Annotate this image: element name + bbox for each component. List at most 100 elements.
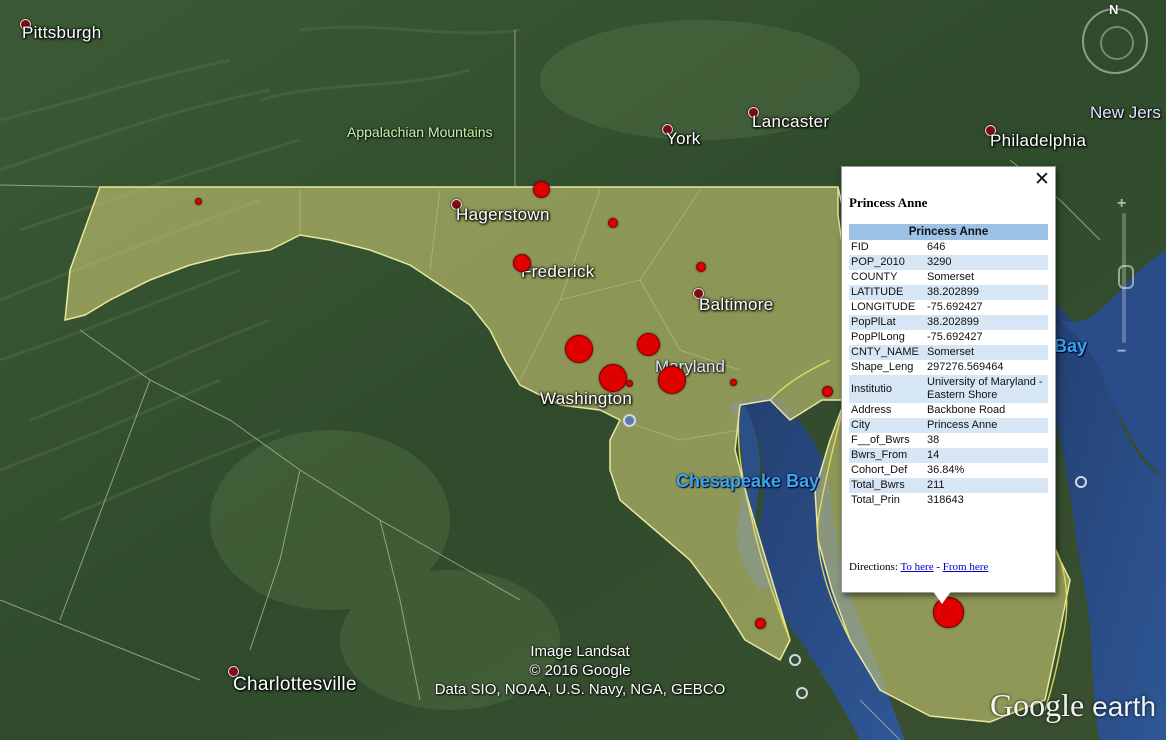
- table-row: CNTY_NAME Somerset: [849, 345, 1048, 360]
- imagery-credits: Image Landsat © 2016 Google Data SIO, NO…: [390, 642, 770, 699]
- data-marker[interactable]: [696, 262, 706, 272]
- google-earth-logo: Google earth: [990, 687, 1156, 724]
- attribute-table-body: FID 646 POP_2010 3290 COUNTY Somerset LATITUDE…: [849, 240, 1048, 508]
- info-balloon: ✕ Princess Anne Princess Anne FID 646 POP_…: [841, 166, 1056, 593]
- city-label-pittsburgh: Pittsburgh: [22, 23, 102, 42]
- directions-label: Directions:: [849, 561, 898, 573]
- attribute-key: PopPlLat: [849, 315, 925, 330]
- attribute-value: University of Maryland - Eastern Shore: [925, 375, 1048, 403]
- attribute-value: Somerset: [927, 271, 975, 283]
- attribute-key: F__of_Bwrs: [851, 434, 910, 446]
- directions-separator: -: [936, 561, 941, 573]
- attribute-value: 36.84%: [927, 464, 965, 476]
- data-marker[interactable]: [533, 181, 550, 198]
- attribute-value: Backbone Road: [927, 404, 1006, 416]
- state-label-new-jersey: New Jers: [1090, 103, 1161, 122]
- table-row: Shape_Leng 297276.569464: [849, 360, 1048, 375]
- balloon-pointer: [932, 590, 952, 604]
- city-label-hagerstown: Hagerstown: [456, 205, 550, 224]
- table-row: LONGITUDE -75.692427: [849, 300, 1048, 315]
- city-label-philadelphia: Philadelphia: [990, 131, 1087, 150]
- directions-to-here-link[interactable]: To here: [900, 561, 933, 573]
- city-label-charlottesville: Charlottesville: [233, 674, 357, 695]
- attribute-value: 38: [927, 434, 940, 446]
- table-row: Total_Prin 318643: [849, 493, 1048, 508]
- table-row: Address Backbone Road: [849, 403, 1048, 418]
- data-marker[interactable]: [730, 379, 737, 386]
- table-row: F__of_Bwrs 38: [849, 433, 1048, 448]
- attribute-value: Princess Anne: [925, 418, 1048, 433]
- close-icon[interactable]: ✕: [1034, 170, 1050, 189]
- data-marker[interactable]: [822, 386, 833, 397]
- data-marker[interactable]: [637, 333, 660, 356]
- data-marker[interactable]: [658, 366, 686, 394]
- table-row: FID 646: [849, 240, 1048, 255]
- data-marker[interactable]: [565, 335, 593, 363]
- attribute-key: LONGITUDE: [851, 301, 916, 313]
- data-marker[interactable]: [755, 618, 766, 629]
- table-row: COUNTY Somerset: [849, 270, 1048, 285]
- data-marker[interactable]: [599, 364, 627, 392]
- region-label-appalachian: Appalachian Mountains: [347, 124, 493, 140]
- attribute-value: 297276.569464: [927, 361, 1004, 373]
- attribute-value: 211: [925, 478, 1048, 493]
- attribute-value: 3290: [925, 255, 1048, 270]
- zoom-in-icon[interactable]: +: [1117, 195, 1126, 213]
- attribute-value: 38.202899: [925, 285, 1048, 300]
- data-marker[interactable]: [608, 218, 618, 228]
- attribute-key: Institutio: [849, 375, 925, 403]
- table-row: PopPlLong -75.692427: [849, 330, 1048, 345]
- data-marker[interactable]: [195, 198, 202, 205]
- city-label-frederick: Frederick: [521, 262, 595, 281]
- attribute-key: Cohort_Def: [851, 464, 908, 476]
- directions: Directions: To here - From here: [849, 561, 988, 573]
- attribute-key: LATITUDE: [849, 285, 925, 300]
- attribute-key: Shape_Leng: [851, 361, 914, 373]
- attribute-table: Princess Anne FID 646 POP_2010 3290 COUNTY So…: [849, 224, 1048, 508]
- table-row: City Princess Anne: [849, 418, 1048, 433]
- table-row: Cohort_Def 36.84%: [849, 463, 1048, 478]
- attribute-value: Somerset: [925, 345, 1048, 360]
- data-marker[interactable]: [626, 380, 633, 387]
- city-label-lancaster: Lancaster: [752, 112, 830, 131]
- attribute-table-header: Princess Anne: [849, 224, 1048, 240]
- attribute-value: 14: [925, 448, 1048, 463]
- water-label-chesapeake-bay: Chesapeake Bay: [676, 471, 820, 491]
- attribute-value: 646: [927, 241, 946, 253]
- city-label-baltimore: Baltimore: [699, 295, 774, 314]
- balloon-title: Princess Anne: [849, 195, 928, 210]
- attribute-key: Address: [851, 404, 892, 416]
- attribute-key: City: [849, 418, 925, 433]
- directions-from-here-link[interactable]: From here: [943, 561, 989, 573]
- attribute-value: 318643: [927, 494, 964, 506]
- data-marker[interactable]: [513, 254, 531, 272]
- credit-line-imagery: Image Landsat: [530, 643, 630, 660]
- table-row: Total_Bwrs 211: [849, 478, 1048, 493]
- credit-line-copyright: © 2016 Google: [529, 662, 631, 679]
- place-icon[interactable]: [789, 654, 801, 666]
- attribute-key: PopPlLong: [851, 331, 905, 343]
- water-label-bay-partial: Bay: [1054, 336, 1088, 356]
- zoom-out-icon[interactable]: −: [1117, 343, 1126, 361]
- table-row: LATITUDE 38.202899: [849, 285, 1048, 300]
- attribute-key: CNTY_NAME: [849, 345, 925, 360]
- compass-control[interactable]: N: [1082, 2, 1148, 74]
- look-joystick[interactable]: [1100, 26, 1134, 60]
- compass-north-label: N: [1109, 2, 1119, 17]
- table-row: POP_2010 3290: [849, 255, 1048, 270]
- attribute-key: Total_Prin: [851, 494, 900, 506]
- city-label-washington: Washington: [540, 389, 633, 408]
- attribute-value: -75.692427: [927, 331, 983, 343]
- place-icon[interactable]: [1075, 476, 1087, 488]
- zoom-knob[interactable]: [1118, 265, 1134, 289]
- city-label-york: York: [666, 129, 701, 148]
- zoom-slider[interactable]: + −: [1115, 195, 1134, 365]
- place-icon[interactable]: [796, 687, 808, 699]
- credit-line-data: Data SIO, NOAA, U.S. Navy, NGA, GEBCO: [434, 681, 726, 698]
- attribute-key: Total_Bwrs: [849, 478, 925, 493]
- capital-icon[interactable]: [623, 414, 636, 427]
- logo-earth: earth: [1092, 691, 1156, 722]
- attribute-key: FID: [851, 241, 869, 253]
- attribute-key: COUNTY: [851, 271, 898, 283]
- table-row: PopPlLat 38.202899: [849, 315, 1048, 330]
